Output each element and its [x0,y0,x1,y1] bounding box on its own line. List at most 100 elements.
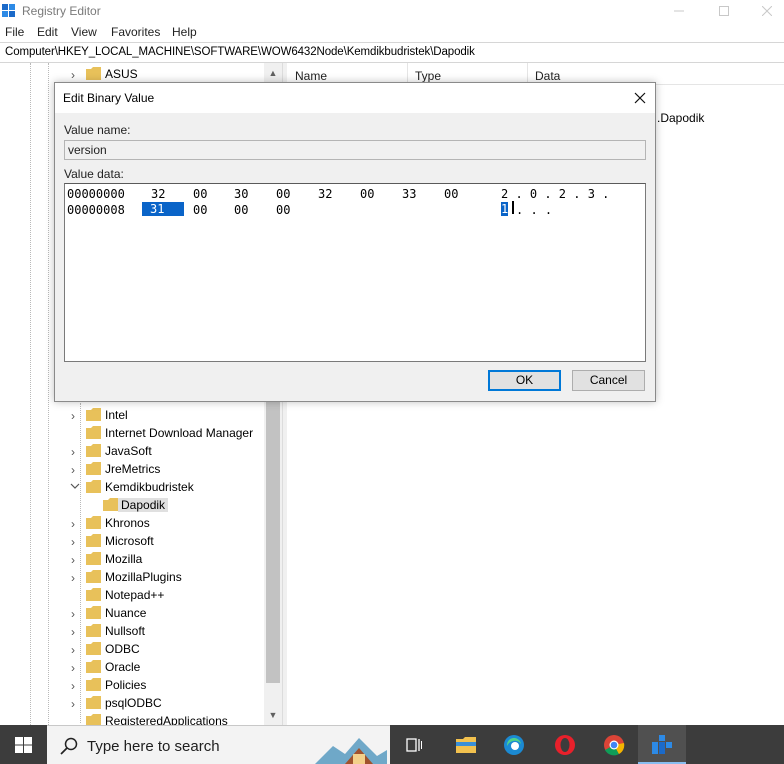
value-name-field: version [64,140,646,160]
hex-ascii[interactable]: . . . [516,203,552,217]
chevron-right-icon[interactable]: › [71,553,81,567]
tree-item-policies[interactable]: › Policies [0,676,264,694]
hex-ascii-selected[interactable]: 1 [501,202,509,216]
column-name[interactable]: Name [295,69,327,83]
tree-item-mozilla[interactable]: › Mozilla [0,550,264,568]
hex-byte[interactable]: 00 [276,187,290,201]
hex-byte[interactable]: 00 [193,187,207,201]
tree-item-label: Policies [105,678,147,692]
hex-byte[interactable]: 33 [402,187,416,201]
tree-item-registeredapplications[interactable]: RegisteredApplications [0,712,264,725]
hex-byte[interactable]: 00 [193,203,207,217]
folder-icon [86,606,101,619]
chevron-right-icon[interactable]: › [71,679,81,693]
folder-icon [86,696,101,709]
menu-bar: File Edit View Favorites Help [0,22,784,42]
hex-byte[interactable]: 00 [234,203,248,217]
ok-button[interactable]: OK [488,370,561,391]
start-button[interactable] [0,725,47,764]
chevron-right-icon[interactable]: › [71,571,81,585]
folder-icon [86,624,101,637]
tree-item-nuance[interactable]: › Nuance [0,604,264,622]
tree-item-intel[interactable]: › Intel [0,406,264,424]
regedit-taskbar-button[interactable] [638,725,686,764]
tree-item-label: Microsoft [105,534,154,548]
scroll-down-icon[interactable]: ▼ [268,711,278,720]
tree-item-dapodik[interactable]: Dapodik [0,496,264,514]
tree-item-microsoft[interactable]: › Microsoft [0,532,264,550]
tree-item-label: Internet Download Manager [105,426,254,440]
cancel-button[interactable]: Cancel [572,370,645,391]
tree-item-khronos[interactable]: › Khronos [0,514,264,532]
tree-item-label: Intel [105,408,128,422]
tree-item-mozillaplugins[interactable]: › MozillaPlugins [0,568,264,586]
chevron-right-icon[interactable]: › [71,463,81,477]
folder-open-icon [86,480,101,493]
address-bar[interactable]: Computer\HKEY_LOCAL_MACHINE\SOFTWARE\WOW… [0,42,784,63]
chevron-right-icon[interactable]: › [71,68,81,82]
tree-item-javasoft[interactable]: › JavaSoft [0,442,264,460]
folder-icon [86,534,101,547]
tree-item-label: RegisteredApplications [105,714,228,725]
chevron-right-icon[interactable]: › [71,409,81,423]
folder-icon [86,462,101,475]
chevron-right-icon[interactable]: › [71,643,81,657]
tree-item-nullsoft[interactable]: › Nullsoft [0,622,264,640]
chrome-button[interactable] [590,725,638,764]
file-explorer-button[interactable] [442,725,490,764]
tree-item-odbc[interactable]: › ODBC [0,640,264,658]
tree-item-jremetrics[interactable]: › JreMetrics [0,460,264,478]
value-name-label: Value name: [64,123,131,137]
task-view-icon [406,738,422,752]
chevron-right-icon[interactable]: › [71,625,81,639]
tree-item-label: Nullsoft [105,624,146,638]
address-path[interactable]: Computer\HKEY_LOCAL_MACHINE\SOFTWARE\WOW… [5,46,475,58]
tree-item-psqlodbc[interactable]: › psqlODBC [0,694,264,712]
hex-byte[interactable]: 32 [318,187,332,201]
hex-byte[interactable]: 00 [444,187,458,201]
registry-editor-icon [2,4,15,17]
taskbar-search[interactable]: Type here to search [47,725,390,764]
value-data-hex-editor[interactable]: 00000000 32 00 30 00 32 00 33 00 2 . 0 .… [64,183,646,362]
menu-favorites[interactable]: Favorites [111,25,160,39]
close-icon[interactable] [631,89,649,107]
hex-byte[interactable]: 00 [276,203,290,217]
chevron-down-icon[interactable] [70,483,80,490]
task-view-button[interactable] [390,725,438,764]
hex-byte[interactable]: 32 [151,187,165,201]
opera-button[interactable] [540,725,588,764]
tree-item-oracle[interactable]: › Oracle [0,658,264,676]
folder-icon [86,642,101,655]
edge-button[interactable] [490,725,538,764]
chevron-right-icon[interactable]: › [71,517,81,531]
minimize-icon[interactable] [674,6,684,16]
folder-icon [103,498,118,511]
column-type[interactable]: Type [415,69,441,83]
chevron-right-icon[interactable]: › [71,607,81,621]
tree-item-notepadpp[interactable]: Notepad++ [0,586,264,604]
tree-item-kemdikbudristek[interactable]: Kemdikbudristek [0,478,264,496]
chevron-right-icon[interactable]: › [71,661,81,675]
hex-byte[interactable]: 30 [234,187,248,201]
dialog-title-bar: Edit Binary Value [55,83,655,113]
hex-offset: 00000000 [67,187,125,201]
scroll-thumb[interactable] [266,393,280,683]
column-data[interactable]: Data [535,69,560,83]
tree-item-label: ODBC [105,642,140,656]
maximize-icon[interactable] [719,6,729,16]
hex-byte-selected[interactable]: 31 [142,202,184,216]
chevron-right-icon[interactable]: › [71,445,81,459]
chevron-right-icon[interactable]: › [71,535,81,549]
menu-file[interactable]: File [5,25,24,39]
hex-byte[interactable]: 00 [360,187,374,201]
tree-item-internet-download-manager[interactable]: Internet Download Manager [0,424,264,442]
scroll-up-icon[interactable]: ▲ [268,69,278,78]
menu-view[interactable]: View [71,25,97,39]
close-icon[interactable] [762,6,772,16]
menu-edit[interactable]: Edit [37,25,58,39]
chevron-right-icon[interactable]: › [71,697,81,711]
tree-item-label: Mozilla [105,552,143,566]
hex-ascii[interactable]: 2 . 0 . 2 . 3 . [501,187,609,201]
tree-item-asus[interactable]: › ASUS [0,65,264,83]
menu-help[interactable]: Help [172,25,197,39]
